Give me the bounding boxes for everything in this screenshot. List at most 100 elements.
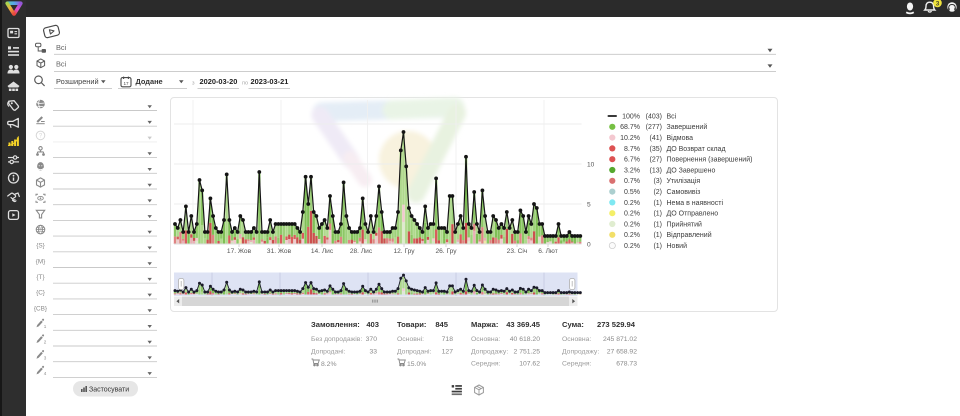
svg-text:Всі: Всі	[56, 60, 67, 69]
svg-text:3: 3	[936, 0, 940, 7]
svg-text:370: 370	[366, 336, 378, 343]
svg-text:Сума:: Сума:	[562, 320, 584, 329]
svg-text:Прийнятий: Прийнятий	[667, 220, 703, 228]
svg-text:10.2%: 10.2%	[620, 135, 640, 142]
svg-text:(13): (13)	[650, 167, 662, 174]
svg-text:(1): (1)	[653, 211, 662, 218]
svg-text:(35): (35)	[650, 146, 662, 153]
svg-text:678.73: 678.73	[616, 361, 637, 368]
svg-text:0.7%: 0.7%	[624, 178, 640, 185]
svg-text:28. Лис: 28. Лис	[350, 248, 373, 255]
svg-text:Основна:: Основна:	[471, 336, 500, 343]
svg-text:(1): (1)	[653, 221, 662, 228]
svg-text:8.7%: 8.7%	[624, 146, 640, 153]
svg-text:2020-03-20: 2020-03-20	[200, 77, 238, 86]
svg-text:Основна:: Основна:	[562, 336, 591, 343]
svg-text:403: 403	[366, 320, 379, 329]
svg-text:3: 3	[44, 355, 47, 360]
svg-text:(1): (1)	[653, 243, 662, 250]
svg-text:Допродажу:: Допродажу:	[562, 348, 599, 355]
svg-text:(403): (403)	[646, 113, 662, 120]
svg-text:10: 10	[587, 161, 595, 168]
svg-text:{CB}: {CB}	[34, 305, 48, 312]
svg-text:68.7%: 68.7%	[620, 124, 640, 131]
svg-text:17. Жов: 17. Жов	[227, 248, 252, 255]
svg-text:245 871.02: 245 871.02	[603, 336, 637, 343]
svg-text:(27): (27)	[650, 157, 662, 164]
svg-text:(2): (2)	[653, 189, 662, 196]
svg-text:2023-03-21: 2023-03-21	[251, 77, 289, 86]
svg-text:Допродані:: Допродані:	[311, 347, 346, 355]
svg-text:Без допродажів:: Без допродажів:	[311, 335, 362, 343]
svg-text:(41): (41)	[650, 135, 662, 142]
svg-text:{T}: {T}	[36, 274, 45, 281]
svg-text:Середня:: Середня:	[471, 361, 500, 368]
svg-text:з: з	[192, 81, 195, 87]
svg-text:(1): (1)	[653, 200, 662, 207]
svg-text:Товари:: Товари:	[397, 320, 426, 329]
svg-text:17: 17	[123, 81, 129, 86]
svg-text:33: 33	[369, 348, 377, 355]
svg-text:Основні:: Основні:	[397, 335, 424, 343]
svg-text:Повернення (завершений): Повернення (завершений)	[667, 156, 753, 164]
svg-text:100%: 100%	[622, 113, 640, 120]
svg-text:23. Січ: 23. Січ	[507, 247, 528, 255]
svg-text:845: 845	[435, 320, 448, 329]
svg-text:Завершений: Завершений	[667, 123, 708, 131]
svg-text:Всі: Всі	[667, 112, 677, 120]
svg-text:Всі: Всі	[56, 43, 67, 52]
svg-text:Маржа:: Маржа:	[471, 320, 498, 329]
svg-text:43 369.45: 43 369.45	[506, 320, 541, 329]
svg-text:?: ?	[39, 134, 43, 140]
svg-text:Середня:: Середня:	[562, 361, 591, 368]
svg-text:Відмова: Відмова	[667, 134, 694, 142]
svg-text:14. Лис: 14. Лис	[311, 248, 334, 255]
svg-text:Утилізація: Утилізація	[667, 177, 701, 185]
svg-text:12. Гру: 12. Гру	[393, 248, 415, 255]
svg-text:0.2%: 0.2%	[624, 221, 640, 228]
svg-text:0.5%: 0.5%	[624, 189, 640, 196]
svg-text:по: по	[242, 81, 248, 87]
svg-text:127: 127	[442, 348, 454, 355]
svg-text:0.2%: 0.2%	[624, 232, 640, 239]
svg-text:2: 2	[44, 340, 47, 345]
svg-text:Нема в наявності: Нема в наявності	[667, 199, 724, 207]
svg-text:ДО Завершено: ДО Завершено	[667, 167, 716, 174]
svg-text:27 658.92: 27 658.92	[607, 348, 637, 355]
svg-text:(277): (277)	[646, 124, 662, 131]
svg-text:0.2%: 0.2%	[624, 243, 640, 250]
svg-text:0.2%: 0.2%	[624, 211, 640, 218]
svg-text:4: 4	[44, 371, 47, 376]
svg-text:Відправлений: Відправлений	[667, 231, 712, 239]
svg-text:ДО Возврат склад: ДО Возврат склад	[667, 146, 726, 153]
svg-text:40 618.20: 40 618.20	[510, 336, 540, 343]
svg-text:31. Жов: 31. Жов	[267, 248, 292, 255]
svg-text:107.62: 107.62	[519, 361, 540, 368]
svg-text:Застосувати: Застосувати	[89, 387, 129, 394]
svg-text:1: 1	[44, 324, 47, 329]
svg-text:6.7%: 6.7%	[624, 157, 640, 164]
svg-text:{M}: {M}	[36, 258, 46, 265]
svg-text:Замовлення:: Замовлення:	[311, 320, 360, 329]
svg-text:Додане: Додане	[136, 77, 163, 86]
svg-text:Новий: Новий	[667, 242, 688, 250]
svg-text:Допродажу:: Допродажу:	[471, 348, 508, 355]
svg-text:8.2%: 8.2%	[321, 361, 337, 368]
svg-text:3.2%: 3.2%	[624, 167, 640, 174]
svg-text:15.0%: 15.0%	[407, 361, 426, 368]
svg-text:{C}: {C}	[36, 290, 46, 297]
svg-text:(1): (1)	[653, 232, 662, 239]
svg-text:26. Гру: 26. Гру	[435, 248, 457, 255]
svg-text:6. Лют: 6. Лют	[538, 248, 557, 255]
svg-text:0: 0	[587, 241, 591, 248]
svg-text:{S}: {S}	[36, 243, 45, 250]
svg-text:Самовивіз: Самовивіз	[667, 188, 701, 196]
svg-text:Допродані:: Допродані:	[397, 347, 432, 355]
svg-text:Розширений: Розширений	[56, 77, 99, 86]
svg-text:2 751.25: 2 751.25	[514, 348, 541, 355]
svg-text:ДО Отправлено: ДО Отправлено	[667, 211, 719, 218]
svg-text:0.2%: 0.2%	[624, 200, 640, 207]
svg-text:5: 5	[587, 201, 591, 208]
svg-text:718: 718	[442, 336, 454, 343]
svg-text:273 529.94: 273 529.94	[597, 320, 636, 329]
